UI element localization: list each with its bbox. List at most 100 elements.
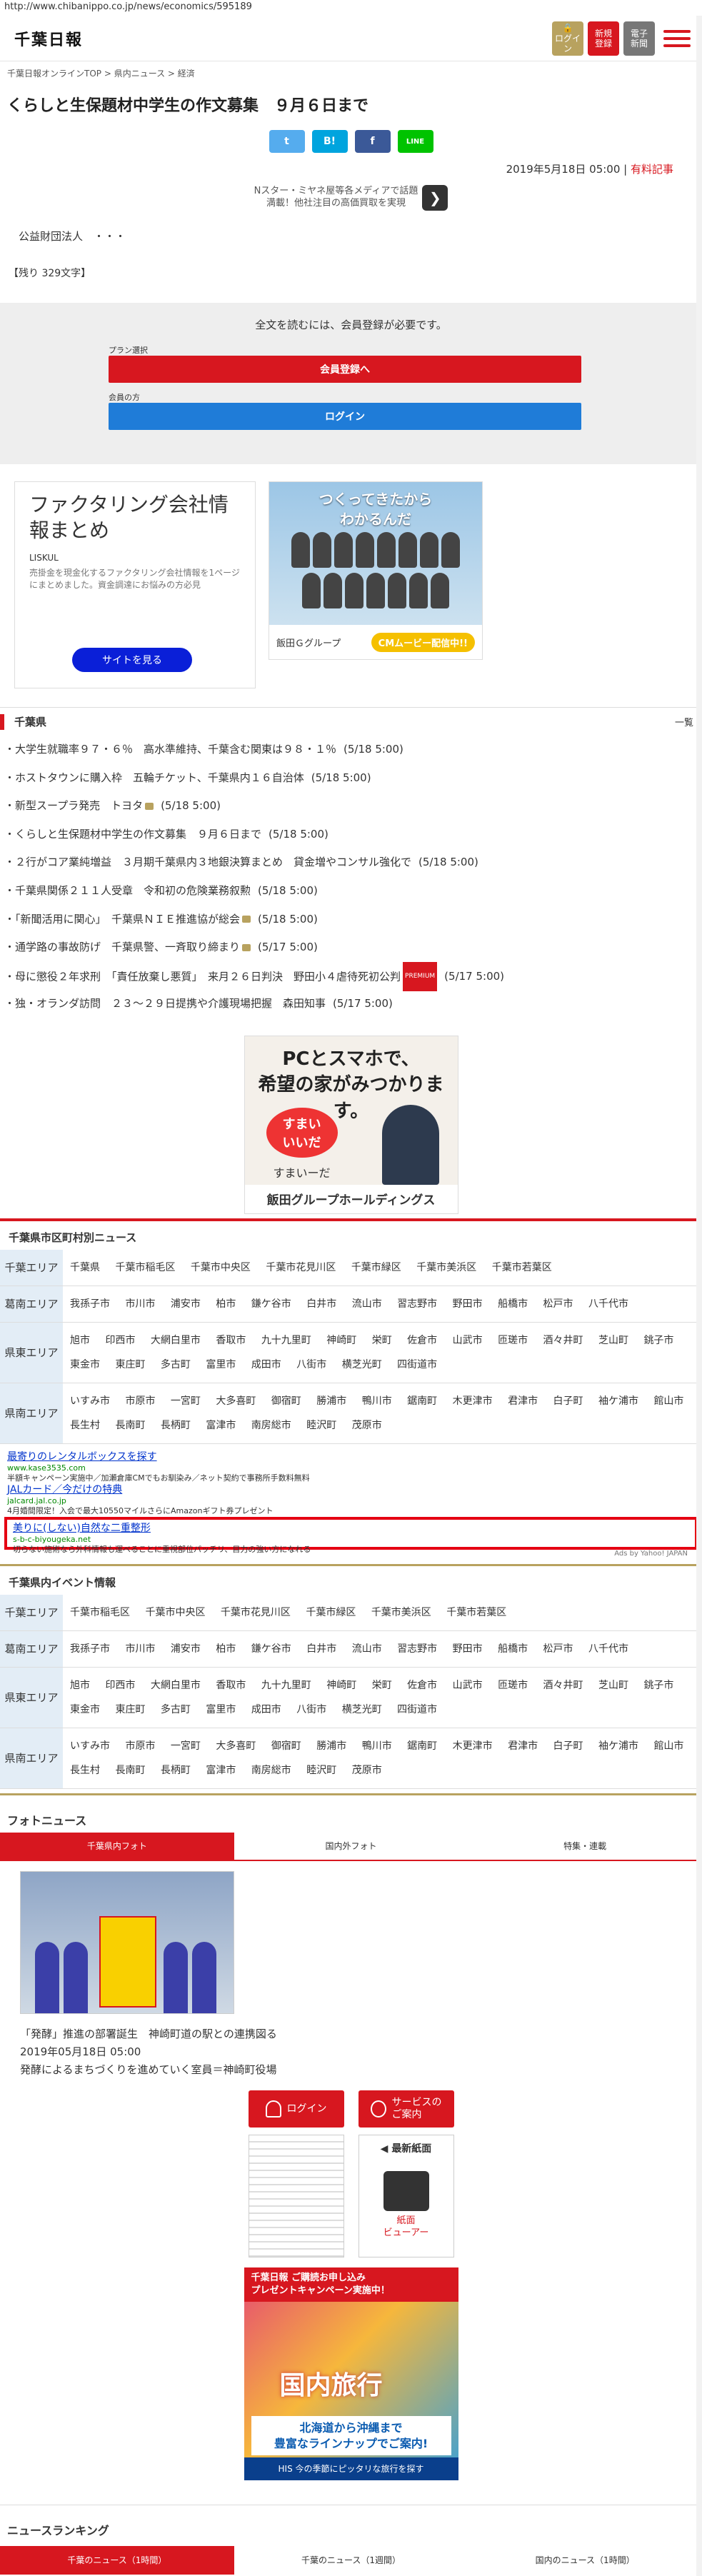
area-link[interactable]: 船橋市 — [498, 1298, 528, 1310]
arrow-right-icon[interactable]: ❯ — [422, 185, 448, 211]
breadcrumb[interactable]: 千葉日報オンラインTOP > 県内ニュース > 経済 — [0, 61, 702, 83]
hatena-share-button[interactable]: B! — [311, 130, 348, 153]
area-link[interactable]: 茂原市 — [352, 1420, 382, 1431]
area-link[interactable]: 大網白里市 — [151, 1335, 201, 1346]
news-item[interactable]: ・通学路の事故防げ 千葉県警、一斉取り締まり (5/17 5:00) — [4, 933, 702, 962]
sponsored-link[interactable]: JALカード／今だけの特典 jalcard.jal.co.jp 4月婚間限定！入会で… — [7, 1484, 695, 1517]
area-link[interactable]: 印西市 — [105, 1680, 135, 1691]
area-link[interactable]: 富里市 — [206, 1359, 236, 1370]
area-link[interactable]: 千葉市中央区 — [191, 1262, 251, 1273]
area-link[interactable]: 茂原市 — [352, 1765, 382, 1776]
area-link[interactable]: 八千代市 — [588, 1298, 628, 1310]
area-link[interactable]: 八千代市 — [588, 1643, 628, 1655]
twitter-share-button[interactable]: t — [269, 130, 305, 153]
paid-article-link[interactable]: 有料記事 — [631, 163, 673, 176]
area-link[interactable]: 千葉県 — [70, 1262, 100, 1273]
hamburger-menu-icon[interactable] — [663, 25, 691, 52]
news-title[interactable]: 独・オランダ訪問 ２３～２９日提携や介護現場把握 森田知事 — [15, 997, 326, 1010]
member-login-button[interactable]: ログイン — [109, 403, 581, 430]
area-link[interactable]: いすみ市 — [70, 1395, 110, 1407]
area-link[interactable]: 木更津市 — [453, 1395, 493, 1407]
register-button[interactable]: 新規 登録 — [588, 21, 619, 56]
area-link[interactable]: 千葉市若葉区 — [446, 1607, 506, 1618]
area-link[interactable]: 白子町 — [553, 1740, 583, 1752]
area-link[interactable]: 袖ケ浦市 — [598, 1740, 638, 1752]
news-item[interactable]: ・くらしと生保題材中学生の作文募集 ９月６日まで (5/18 5:00) — [4, 821, 702, 849]
paper-viewer-button[interactable]: ◀ 最新紙面 紙面 ビューアー — [358, 2134, 454, 2257]
news-item[interactable]: ・「新聞活用に関心」 千葉県ＮＩＥ推進協が総会 (5/18 5:00) — [4, 906, 702, 934]
area-link[interactable]: 千葉市美浜区 — [416, 1262, 476, 1273]
area-link[interactable]: 横芝光町 — [342, 1359, 382, 1370]
iida-group-ad[interactable]: つくってきたから わかるんだ 飯田Ｇグループ CMムービー配信中!! — [269, 481, 483, 660]
area-link[interactable]: 山武市 — [453, 1335, 483, 1346]
news-title[interactable]: 新型スープラ発売 トヨタ — [15, 799, 143, 812]
area-link[interactable]: 八街市 — [296, 1359, 326, 1370]
area-link[interactable]: 四街道市 — [397, 1704, 437, 1715]
tab-domestic-photo[interactable]: 国内外フォト — [234, 1833, 468, 1860]
service-guide-button[interactable]: サービスの ご案内 — [358, 2090, 454, 2128]
area-link[interactable]: 長柄町 — [161, 1420, 191, 1431]
sponsored-link[interactable]: 最寄りのレンタルボックスを探す www.kase3535.com 半額キャンペーン実… — [7, 1451, 695, 1484]
area-link[interactable]: 銚子市 — [643, 1335, 673, 1346]
area-link[interactable]: 一宮町 — [171, 1740, 201, 1752]
area-link[interactable]: 流山市 — [352, 1643, 382, 1655]
area-link[interactable]: 千葉市若葉区 — [492, 1262, 552, 1273]
area-link[interactable]: 千葉市稲毛区 — [70, 1607, 130, 1618]
area-link[interactable]: 鋸南町 — [407, 1395, 437, 1407]
area-link[interactable]: 御宿町 — [271, 1740, 301, 1752]
ad-cm-button[interactable]: CMムービー配信中!! — [371, 632, 475, 652]
area-link[interactable]: 千葉市花見川区 — [266, 1262, 336, 1273]
news-title[interactable]: 母に懲役２年求刑 「責任放棄し悪質」 来月２６日判決 野田小４虐待死初公判 — [15, 970, 401, 983]
area-link[interactable]: 袖ケ浦市 — [598, 1395, 638, 1407]
area-link[interactable]: 鎌ケ谷市 — [251, 1298, 291, 1310]
area-link[interactable]: 酒々井町 — [543, 1680, 583, 1691]
area-link[interactable]: 栄町 — [372, 1680, 392, 1691]
photo-card[interactable]: 「発酵」推進の部署誕生 神崎町道の駅との連携図る 2019年05月18日 05:… — [0, 1861, 702, 2079]
factoring-ad[interactable]: ファクタリング会社情報まとめ LISKUL 売掛金を現金化するファクタリング会社… — [14, 481, 256, 688]
area-link[interactable]: 柏市 — [216, 1298, 236, 1310]
member-register-button[interactable]: 会員登録へ — [109, 356, 581, 383]
sponsored-headline[interactable]: JALカード／今だけの特典 — [7, 1484, 695, 1497]
tab-chiba-1h[interactable]: 千葉のニュース（1時間） — [0, 2545, 234, 2575]
area-link[interactable]: 香取市 — [216, 1335, 246, 1346]
area-link[interactable]: 市原市 — [125, 1740, 155, 1752]
sponsored-headline[interactable]: 最寄りのレンタルボックスを探す — [7, 1451, 695, 1464]
area-link[interactable]: 山武市 — [453, 1680, 483, 1691]
area-link[interactable]: 市原市 — [125, 1395, 155, 1407]
area-link[interactable]: 銚子市 — [643, 1680, 673, 1691]
tab-chiba-1w[interactable]: 千葉のニュース（1週間） — [234, 2546, 468, 2575]
area-link[interactable]: 野田市 — [453, 1643, 483, 1655]
area-link[interactable]: 神崎町 — [326, 1335, 356, 1346]
area-link[interactable]: 松戸市 — [543, 1298, 573, 1310]
photo-image[interactable] — [20, 1870, 234, 2014]
area-link[interactable]: 白井市 — [306, 1643, 336, 1655]
area-link[interactable]: 九十九里町 — [261, 1335, 311, 1346]
area-link[interactable]: 流山市 — [352, 1298, 382, 1310]
sponsored-link[interactable]: 美りに(しない)自然な二重整形 s-b-c-biyougeka.net 切らない施術… — [4, 1516, 698, 1554]
sponsored-headline[interactable]: 美りに(しない)自然な二重整形 — [13, 1523, 689, 1535]
side-login-button[interactable]: ログイン — [248, 2090, 344, 2128]
news-title[interactable]: ホストタウンに購入枠 五輪チケット、千葉県内１６自治体 — [15, 771, 304, 784]
area-link[interactable]: いすみ市 — [70, 1740, 110, 1752]
area-link[interactable]: 東金市 — [70, 1359, 100, 1370]
area-link[interactable]: 睦沢町 — [306, 1765, 336, 1776]
area-link[interactable]: 神崎町 — [326, 1680, 356, 1691]
area-link[interactable]: 長南町 — [115, 1420, 145, 1431]
area-link[interactable]: 君津市 — [508, 1740, 538, 1752]
line-share-button[interactable]: LINE — [397, 130, 433, 153]
news-title[interactable]: 千葉県関係２１１人受章 令和初の危険業務叙勲 — [15, 884, 251, 897]
area-link[interactable]: 旭市 — [70, 1335, 90, 1346]
area-link[interactable]: 館山市 — [653, 1395, 683, 1407]
ad-cta-button[interactable]: サイトを見る — [72, 648, 192, 672]
area-link[interactable]: 勝浦市 — [316, 1395, 346, 1407]
area-link[interactable]: 我孫子市 — [70, 1298, 110, 1310]
area-link[interactable]: 芝山町 — [598, 1335, 628, 1346]
area-link[interactable]: 佐倉市 — [407, 1680, 437, 1691]
area-link[interactable]: 長柄町 — [161, 1765, 191, 1776]
area-link[interactable]: 多古町 — [161, 1359, 191, 1370]
area-link[interactable]: 東庄町 — [115, 1359, 145, 1370]
area-link[interactable]: 四街道市 — [397, 1359, 437, 1370]
facebook-share-button[interactable]: f — [354, 130, 391, 153]
area-link[interactable]: 睦沢町 — [306, 1420, 336, 1431]
area-link[interactable]: 鋸南町 — [407, 1740, 437, 1752]
